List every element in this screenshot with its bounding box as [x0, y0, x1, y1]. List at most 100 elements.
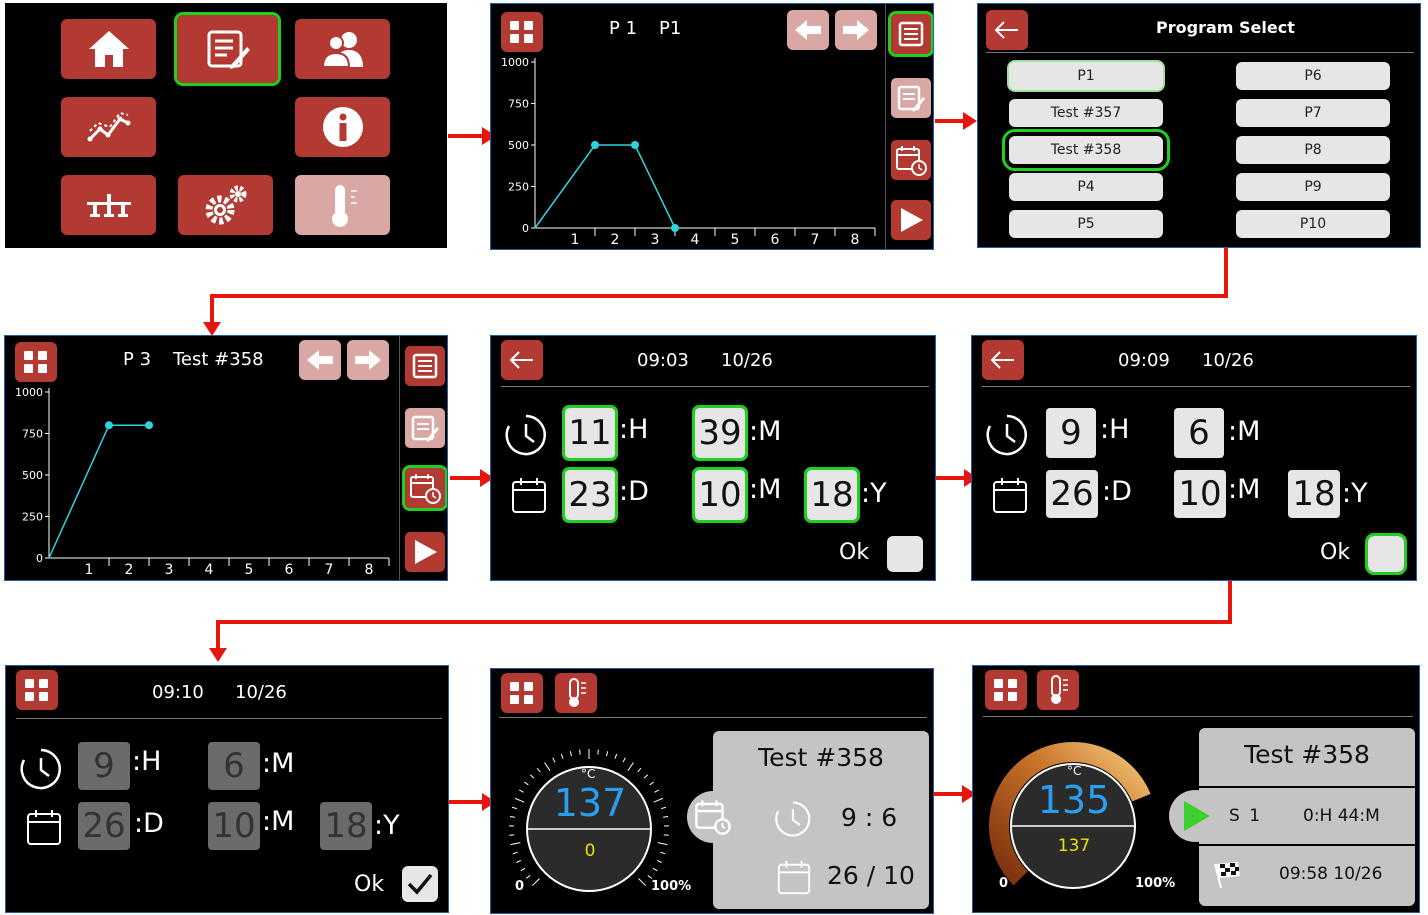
- program-list-button[interactable]: [888, 11, 933, 57]
- gauge-tick: [656, 859, 662, 863]
- back-button[interactable]: [982, 340, 1024, 380]
- next-program-button[interactable]: [347, 340, 389, 380]
- current-date: 10/26: [1202, 350, 1254, 371]
- program-select-item[interactable]: P5: [1009, 210, 1163, 238]
- menu-grid-button[interactable]: [985, 670, 1027, 710]
- program-select-item[interactable]: P1: [1009, 62, 1163, 90]
- menu-grid-button[interactable]: [501, 673, 543, 713]
- graph-button[interactable]: [61, 97, 156, 157]
- edit-icon: [411, 415, 439, 442]
- prev-program-button[interactable]: [299, 340, 341, 380]
- program-edit-button[interactable]: [174, 12, 281, 86]
- next-program-button[interactable]: [835, 10, 877, 50]
- users-icon: [321, 32, 363, 68]
- program-select-item[interactable]: P7: [1236, 99, 1390, 127]
- set-time-screen-3: 09:10 10/26 9 :H 6 :M 26 :D 10 :M 18 :Y …: [5, 665, 449, 913]
- year-input[interactable]: 18: [1288, 470, 1340, 518]
- menu-grid-button[interactable]: [16, 670, 58, 710]
- menu-grid-button[interactable]: [501, 12, 543, 52]
- hour-input[interactable]: 11: [562, 405, 618, 461]
- month-input[interactable]: 10: [692, 467, 748, 523]
- thermometer-icon: [1051, 675, 1068, 704]
- back-button[interactable]: [501, 340, 543, 380]
- thermometer-button[interactable]: [1037, 670, 1079, 710]
- gauge-tick: [532, 878, 540, 886]
- ok-checkbox[interactable]: [887, 536, 923, 572]
- settings-icon: [205, 185, 246, 225]
- delayed-start-screen: °C 137 0 0 100% Test #358 9 : 6 26 / 10: [490, 668, 934, 914]
- thermometer-button[interactable]: [555, 673, 597, 713]
- program-select-item[interactable]: P10: [1236, 210, 1390, 238]
- current-date: 10/26: [235, 682, 287, 703]
- current-time: 09:09: [1118, 350, 1170, 371]
- gauge-max-label: 100%: [1135, 876, 1176, 891]
- y-tick-label: 250: [508, 181, 529, 194]
- y-tick-label: 1000: [501, 56, 529, 69]
- info-button[interactable]: [295, 97, 390, 157]
- home-button[interactable]: [61, 19, 156, 79]
- prev-program-button[interactable]: [787, 10, 829, 50]
- edit-program-button[interactable]: [405, 408, 445, 448]
- edit-program-button[interactable]: [891, 78, 931, 118]
- list-icon: [898, 21, 924, 47]
- gauge-min-label: 0: [515, 879, 525, 894]
- gauge-tick: [649, 781, 655, 786]
- ok-checkbox[interactable]: [1365, 533, 1407, 575]
- thermometer-icon: [569, 678, 586, 707]
- network-button[interactable]: [61, 175, 156, 235]
- program-name: P1: [659, 18, 682, 39]
- schedule-button[interactable]: [402, 465, 447, 511]
- schedule-button[interactable]: [891, 140, 931, 180]
- day-input[interactable]: 23: [562, 467, 618, 523]
- program-info-card: Test #358 S 1 0:H 44:M 09:58 10/26: [1199, 728, 1415, 906]
- arrow-right-icon: [843, 20, 869, 40]
- thermometer-button[interactable]: [295, 175, 390, 235]
- minute-unit: :M: [262, 748, 295, 779]
- gauge-tick: [516, 859, 522, 863]
- minute-input[interactable]: 6: [1174, 408, 1224, 458]
- gauge-tick: [529, 774, 535, 779]
- program-select-item[interactable]: P4: [1009, 173, 1163, 201]
- gauge-tick: [520, 867, 526, 872]
- hour-input[interactable]: 9: [1046, 408, 1096, 458]
- segment-label: S 1: [1229, 806, 1263, 826]
- ok-label: Ok: [1320, 540, 1351, 565]
- setpoint-temperature: 0: [584, 841, 596, 861]
- y-tick-label: 500: [22, 469, 43, 482]
- menu-grid-button[interactable]: [15, 342, 57, 382]
- program-list-button[interactable]: [405, 346, 445, 386]
- clock-icon: [20, 748, 61, 790]
- ok-checkbox-checked[interactable]: [402, 866, 438, 902]
- minute-unit: :M: [1228, 416, 1261, 447]
- program-name: Test #358: [173, 349, 264, 370]
- day-display: 26: [78, 802, 130, 850]
- minute-input[interactable]: 39: [692, 405, 748, 461]
- running-indicator[interactable]: [1169, 790, 1221, 842]
- gauge-tick: [652, 867, 658, 872]
- month-unit: :M: [749, 474, 782, 505]
- arrow-back-icon: [994, 21, 1018, 39]
- data-point: [631, 141, 639, 149]
- users-button[interactable]: [295, 19, 390, 79]
- gauge-min-label: 0: [999, 876, 1009, 891]
- program-select-item[interactable]: Test #358: [1002, 129, 1170, 171]
- settings-button[interactable]: [178, 175, 273, 235]
- year-input[interactable]: 18: [804, 467, 860, 523]
- start-button[interactable]: [891, 200, 931, 240]
- hour-unit: :H: [619, 414, 649, 445]
- gauge-tick: [606, 751, 609, 757]
- day-input[interactable]: 26: [1046, 470, 1098, 518]
- set-time-screen-1: 09:03 10/26 11 :H 39 :M 23 :D 10 :M 18 :…: [490, 335, 936, 581]
- program-select-item[interactable]: Test #357: [1009, 99, 1163, 127]
- month-input[interactable]: 10: [1174, 470, 1226, 518]
- program-select-item[interactable]: P9: [1236, 173, 1390, 201]
- start-button[interactable]: [405, 532, 445, 572]
- back-button[interactable]: [986, 10, 1028, 50]
- program-select-item[interactable]: P6: [1236, 62, 1390, 90]
- info-icon: [322, 107, 363, 147]
- checkered-flag-icon: [1214, 862, 1240, 889]
- set-time-screen-2: 09:09 10/26 9 :H 6 :M 26 :D 10 :M 18 :Y …: [971, 335, 1417, 581]
- hour-unit: :H: [1100, 414, 1130, 445]
- y-tick-label: 1000: [15, 386, 43, 399]
- program-select-item[interactable]: P8: [1236, 136, 1390, 164]
